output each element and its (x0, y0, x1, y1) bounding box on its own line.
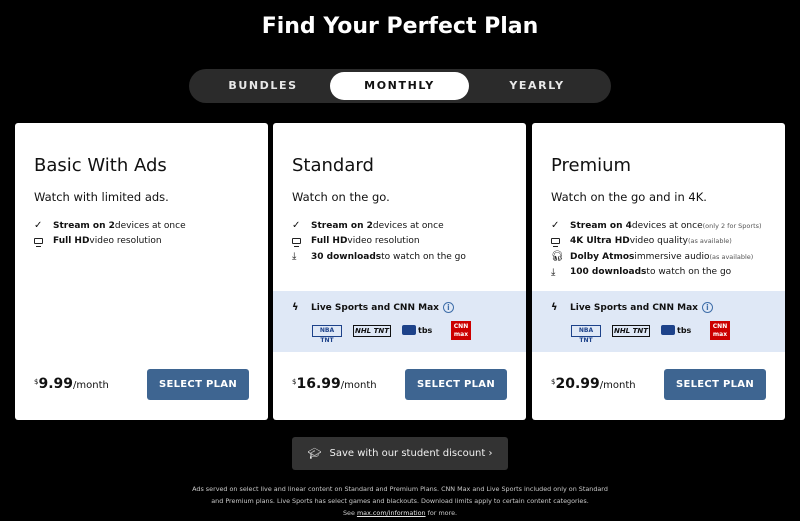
live-sports-band: ϟ Live Sports and CNN Max i NBA TNT NHL … (532, 291, 785, 352)
fine-print: Ads served on select live and linear con… (192, 485, 608, 517)
plan-name: Standard (292, 155, 374, 176)
nba-tnt-logo: NBA TNT (571, 324, 601, 344)
tab-bundles[interactable]: BUNDLES (195, 72, 331, 100)
download-icon: ⤓ (292, 251, 297, 263)
mlb-tbs-logo: tbs (402, 325, 440, 337)
nba-tnt-logo: NBA TNT (312, 324, 342, 344)
select-plan-button[interactable]: SELECT PLAN (405, 369, 507, 400)
feature-list: ✓ Stream on 2 devices at once Full HD vi… (292, 218, 524, 265)
plan-card-premium: Premium Watch on the go and in 4K. ✓ Str… (532, 123, 785, 420)
feature-list: ✓ Stream on 2 devices at once Full HD vi… (34, 218, 266, 249)
feature-item: 🎧︎ Dolby Atmos immersive audio (as avail… (551, 251, 754, 263)
feature-item: ⤓ 30 downloads to watch on the go (292, 251, 466, 263)
live-sports-band: ϟ Live Sports and CNN Max i NBA TNT NHL … (273, 291, 526, 352)
sports-label: Live Sports and CNN Max (311, 302, 439, 313)
student-discount-button[interactable]: 🎓︎ Save with our student discount › (292, 437, 508, 470)
tab-monthly[interactable]: MONTHLY (330, 72, 469, 100)
check-icon: ✓ (551, 220, 560, 232)
feature-item: Full HD video resolution (292, 234, 524, 250)
plan-description: Watch with limited ads. (34, 190, 169, 204)
plan-name: Premium (551, 155, 632, 176)
student-discount-label: Save with our student discount › (329, 448, 493, 459)
plan-price: $16.99/month (292, 376, 377, 392)
mlb-tbs-logo: tbs (661, 325, 699, 337)
feature-item: ✓ Stream on 2 devices at once (292, 220, 444, 232)
feature-list: ✓ Stream on 4 devices at once (only 2 fo… (551, 218, 783, 280)
nhl-tnt-logo: NHL TNT (612, 324, 650, 337)
check-icon: ✓ (34, 220, 43, 232)
check-icon: ✓ (292, 220, 301, 232)
plan-description: Watch on the go. (292, 190, 390, 204)
plan-price: $20.99/month (551, 376, 636, 392)
graduation-cap-icon: 🎓︎ (307, 447, 322, 460)
feature-item: ✓ Stream on 4 devices at once (only 2 fo… (551, 220, 762, 232)
info-icon[interactable]: i (442, 302, 454, 313)
plan-card-basic: Basic With Ads Watch with limited ads. ✓… (15, 123, 268, 420)
info-link[interactable]: max.com/information (357, 509, 426, 517)
plan-card-standard: Standard Watch on the go. ✓ Stream on 2 … (273, 123, 526, 420)
select-plan-button[interactable]: SELECT PLAN (664, 369, 766, 400)
info-icon[interactable]: i (701, 302, 713, 313)
page-title: Find Your Perfect Plan (261, 14, 539, 39)
download-icon: ⤓ (551, 266, 556, 278)
plan-description: Watch on the go and in 4K. (551, 190, 707, 204)
cnn-max-logo: CNN max (710, 321, 730, 340)
feature-item: ⤓ 100 downloads to watch on the go (551, 266, 732, 278)
feature-item: Full HD video resolution (34, 234, 266, 250)
headphones-icon: 🎧︎ (551, 251, 564, 263)
billing-tabs: BUNDLES MONTHLY YEARLY (189, 69, 611, 103)
plan-name: Basic With Ads (34, 155, 167, 176)
lightning-icon: ϟ (551, 302, 558, 313)
lightning-icon: ϟ (292, 302, 299, 313)
tv-icon (34, 238, 53, 247)
nhl-tnt-logo: NHL TNT (353, 324, 391, 337)
sports-label: Live Sports and CNN Max (570, 302, 698, 313)
tv-icon (292, 238, 311, 247)
select-plan-button[interactable]: SELECT PLAN (147, 369, 249, 400)
feature-item: 4K Ultra HD video quality (as available) (551, 234, 783, 250)
plan-price: $9.99/month (34, 376, 109, 392)
feature-item: ✓ Stream on 2 devices at once (34, 220, 186, 232)
tab-yearly[interactable]: YEARLY (469, 72, 605, 100)
cnn-max-logo: CNN max (451, 321, 471, 340)
tv-icon (551, 238, 570, 247)
